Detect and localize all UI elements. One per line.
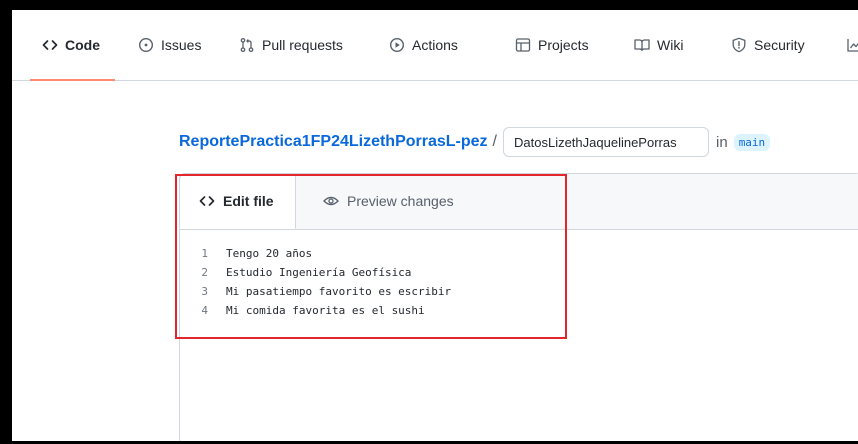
line-number: 2 <box>201 266 208 279</box>
git-pull-request-icon <box>239 37 255 53</box>
in-label: in <box>716 133 728 151</box>
code-icon <box>42 37 58 53</box>
code-line: 2 Estudio Ingeniería Geofísica <box>180 263 858 282</box>
tab-preview-changes-label: Preview changes <box>347 193 454 209</box>
line-number: 3 <box>201 285 208 298</box>
repo-nav: Code Issues Pull requests Actions Projec… <box>12 10 858 81</box>
eye-icon <box>323 193 339 209</box>
shield-icon <box>731 37 747 53</box>
code-icon <box>199 193 215 209</box>
tab-edit-file[interactable]: Edit file <box>179 173 296 229</box>
code-area[interactable]: 1 Tengo 20 años 2 Estudio Ingeniería Geo… <box>180 244 858 320</box>
breadcrumb-separator: / <box>492 133 497 150</box>
issue-opened-icon <box>138 37 154 53</box>
line-text: Estudio Ingeniería Geofísica <box>226 266 412 279</box>
code-line: 1 Tengo 20 años <box>180 244 858 263</box>
tab-security[interactable]: Security <box>731 10 805 80</box>
filename-input[interactable] <box>503 127 709 157</box>
line-text: Mi comida favorita es el sushi <box>226 304 425 317</box>
tab-wiki[interactable]: Wiki <box>634 10 683 80</box>
tab-wiki-label: Wiki <box>657 37 684 53</box>
play-icon <box>389 37 405 53</box>
tab-preview-changes[interactable]: Preview changes <box>323 173 454 229</box>
editor-tabbar: Edit file Preview changes <box>179 173 858 230</box>
table-icon <box>515 37 531 53</box>
tab-issues[interactable]: Issues <box>138 10 201 80</box>
line-number: 1 <box>201 247 208 260</box>
tab-actions-label: Actions <box>412 37 458 53</box>
line-number: 4 <box>201 304 208 317</box>
tab-pull-requests[interactable]: Pull requests <box>239 10 343 80</box>
page: Code Issues Pull requests Actions Projec… <box>12 10 858 441</box>
tab-pull-requests-label: Pull requests <box>262 37 343 53</box>
tab-security-label: Security <box>754 37 805 53</box>
breadcrumb: ReportePractica1FP24LizethPorrasL-pez / … <box>179 126 771 158</box>
code-line: 3 Mi pasatiempo favorito es escribir <box>180 282 858 301</box>
file-editor: Edit file Preview changes 1 Tengo 20 año… <box>179 173 858 441</box>
tab-edit-file-label: Edit file <box>223 193 274 209</box>
line-text: Tengo 20 años <box>226 247 313 260</box>
line-text: Mi pasatiempo favorito es escribir <box>226 285 452 298</box>
tab-projects[interactable]: Projects <box>515 10 589 80</box>
branch-badge[interactable]: main <box>733 133 771 151</box>
tab-issues-label: Issues <box>161 37 202 53</box>
book-icon <box>634 37 650 53</box>
tab-projects-label: Projects <box>538 37 589 53</box>
repo-link[interactable]: ReportePractica1FP24LizethPorrasL-pez <box>179 133 488 151</box>
tab-code[interactable]: Code <box>30 10 115 81</box>
tab-insights-partial[interactable] <box>846 10 858 80</box>
graph-icon <box>846 37 858 53</box>
code-line: 4 Mi comida favorita es el sushi <box>180 301 858 320</box>
tab-code-label: Code <box>65 37 100 53</box>
tab-actions[interactable]: Actions <box>389 10 458 80</box>
